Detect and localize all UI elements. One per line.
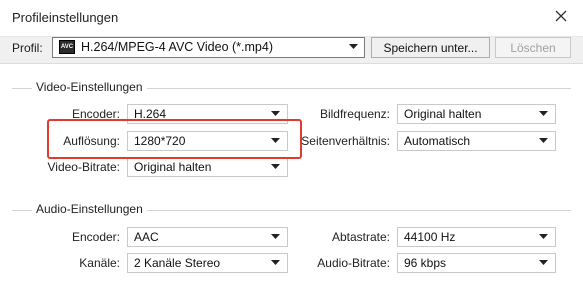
chevron-down-icon xyxy=(271,234,280,239)
close-icon[interactable] xyxy=(552,6,570,26)
framerate-value: Original halten xyxy=(404,107,482,121)
channels-label: Kanäle: xyxy=(79,256,120,270)
delete-button[interactable]: Löschen xyxy=(495,37,571,58)
chevron-down-icon xyxy=(539,138,548,143)
save-as-button[interactable]: Speichern unter... xyxy=(371,37,490,58)
sample-rate-label: Abtastrate: xyxy=(331,230,390,244)
audio-bitrate-dropdown[interactable]: 96 kbps xyxy=(397,253,556,273)
aspect-ratio-value: Automatisch xyxy=(404,134,471,148)
sample-rate-value: 44100 Hz xyxy=(404,230,456,244)
video-bitrate-dropdown[interactable]: Original halten xyxy=(127,157,288,177)
avc-video-icon: AVC xyxy=(59,40,75,54)
chevron-down-icon xyxy=(539,111,548,116)
video-bitrate-value: Original halten xyxy=(134,160,212,174)
video-bitrate-label: Video-Bitrate: xyxy=(47,160,121,174)
chevron-down-icon xyxy=(349,44,358,49)
audio-bitrate-value: 96 kbps xyxy=(404,256,447,270)
profile-value: H.264/MPEG-4 AVC Video (*.mp4) xyxy=(81,40,273,54)
sample-rate-dropdown[interactable]: 44100 Hz xyxy=(397,227,556,247)
audio-encoder-value: AAC xyxy=(134,230,159,244)
audio-bitrate-label: Audio-Bitrate: xyxy=(317,256,390,270)
video-settings-heading: Video-Einstellungen xyxy=(32,80,147,94)
channels-value: 2 Kanäle Stereo xyxy=(134,256,221,270)
channels-dropdown[interactable]: 2 Kanäle Stereo xyxy=(127,253,288,273)
chevron-down-icon xyxy=(539,234,548,239)
profile-dropdown[interactable]: AVC H.264/MPEG-4 AVC Video (*.mp4) xyxy=(52,37,365,58)
chevron-down-icon xyxy=(271,164,280,169)
audio-settings-heading: Audio-Einstellungen xyxy=(32,202,147,216)
chevron-down-icon xyxy=(539,260,548,265)
highlight-box xyxy=(47,119,302,159)
framerate-label: Bildfrequenz: xyxy=(319,107,390,121)
framerate-dropdown[interactable]: Original halten xyxy=(397,104,556,124)
audio-encoder-label: Encoder: xyxy=(71,230,120,244)
aspect-ratio-dropdown[interactable]: Automatisch xyxy=(397,131,556,151)
audio-encoder-dropdown[interactable]: AAC xyxy=(127,227,288,247)
profile-label: Profil: xyxy=(12,41,43,55)
chevron-down-icon xyxy=(271,260,280,265)
chevron-down-icon xyxy=(271,111,280,116)
window-title: Profileinstellungen xyxy=(12,10,119,25)
